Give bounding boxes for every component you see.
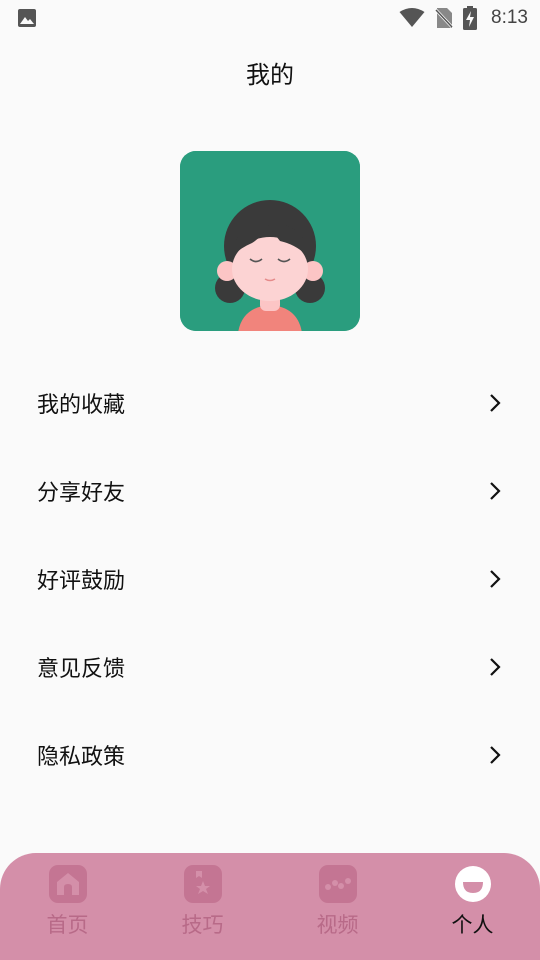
chevron-right-icon xyxy=(490,394,501,412)
tab-label: 首页 xyxy=(46,913,89,937)
menu-item-share-friends[interactable]: 分享好友 xyxy=(0,447,540,535)
menu-item-label: 隐私政策 xyxy=(37,745,126,770)
gallery-notification-icon xyxy=(18,9,36,27)
menu-item-label: 意见反馈 xyxy=(37,657,126,682)
chevron-right-icon xyxy=(490,658,501,676)
menu-item-feedback[interactable]: 意见反馈 xyxy=(0,623,540,711)
chevron-right-icon xyxy=(490,570,501,588)
status-time: 8:13 xyxy=(491,7,528,28)
video-icon xyxy=(318,865,357,903)
tab-home[interactable]: 首页 xyxy=(0,853,135,960)
bottom-tab-bar: 首页 技巧 视频 个人 xyxy=(0,853,540,960)
tab-label: 个人 xyxy=(451,913,494,937)
tab-video[interactable]: 视频 xyxy=(270,853,405,960)
menu-item-label: 我的收藏 xyxy=(37,393,126,418)
chevron-right-icon xyxy=(490,482,501,500)
page-title: 我的 xyxy=(246,61,294,89)
menu-item-label: 好评鼓励 xyxy=(37,569,126,594)
smile-face-icon xyxy=(454,865,492,903)
avatar[interactable] xyxy=(180,151,360,331)
wifi-icon xyxy=(399,8,425,27)
tab-tips[interactable]: 技巧 xyxy=(135,853,270,960)
tab-label: 视频 xyxy=(316,913,359,937)
chevron-right-icon xyxy=(490,746,501,764)
tab-profile[interactable]: 个人 xyxy=(405,853,540,960)
menu-item-favorites[interactable]: 我的收藏 xyxy=(0,359,540,447)
tab-label: 技巧 xyxy=(181,913,224,937)
no-sim-icon xyxy=(435,8,454,29)
home-icon xyxy=(48,865,87,903)
menu-item-privacy-policy[interactable]: 隐私政策 xyxy=(0,711,540,799)
bookmark-star-icon xyxy=(183,865,222,903)
menu-item-label: 分享好友 xyxy=(37,481,126,506)
settings-menu: 我的收藏 分享好友 好评鼓励 意见反馈 隐私政策 xyxy=(0,359,540,799)
battery-charging-icon xyxy=(463,6,478,30)
status-bar: 8:13 xyxy=(0,0,540,36)
menu-item-rate-app[interactable]: 好评鼓励 xyxy=(0,535,540,623)
girl-avatar-illustration xyxy=(180,151,360,331)
